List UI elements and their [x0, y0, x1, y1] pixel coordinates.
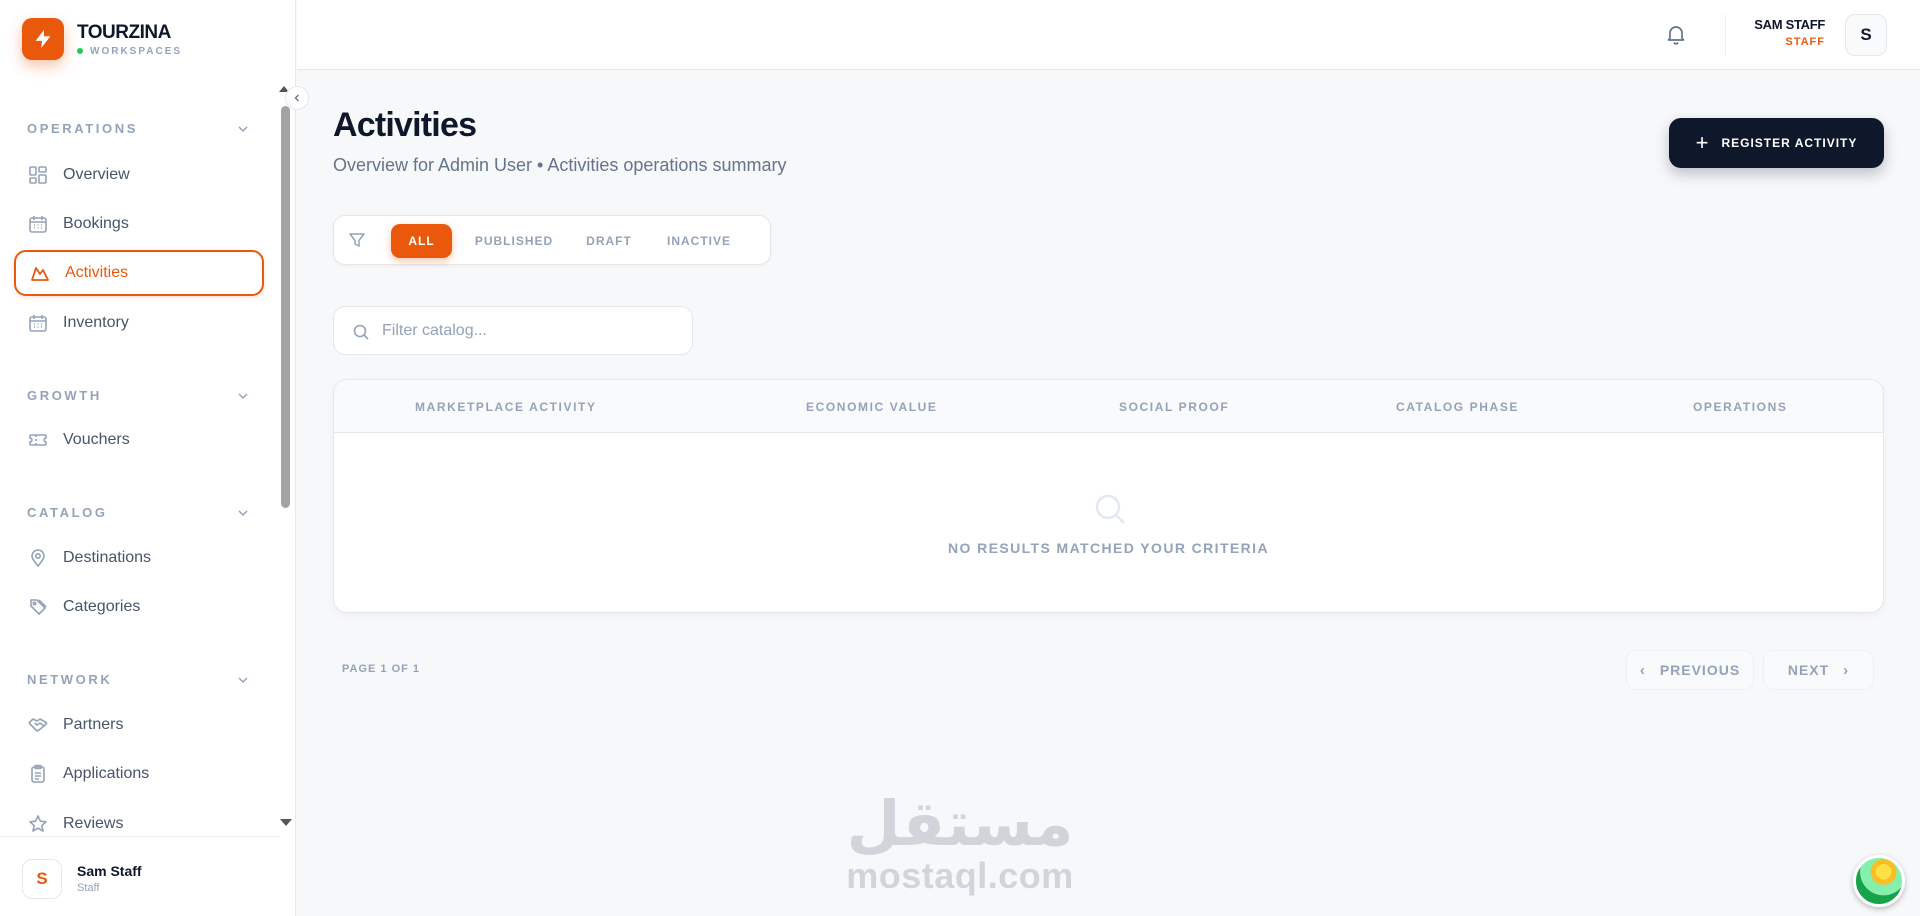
header-user-name[interactable]: SAM STAFF [1727, 17, 1825, 32]
floating-widget-icon[interactable] [1853, 855, 1905, 907]
filter-tab-all[interactable]: ALL [391, 224, 452, 258]
chevron-down-icon [238, 392, 248, 399]
header-user-role: STAFF [1785, 36, 1825, 48]
watermark: مستقل mostaql.com [843, 790, 1077, 894]
header-avatar[interactable]: S [1845, 14, 1887, 56]
table-header: MARKETPLACE ACTIVITY ECONOMIC VALUE SOCI… [334, 380, 1883, 433]
tags-icon [27, 596, 49, 618]
brand-sub: WORKSPACES [77, 46, 182, 57]
sidebar-item-categories[interactable]: Categories [14, 584, 264, 630]
page-subtitle: Overview for Admin User • Activities ope… [333, 155, 787, 175]
chevron-left-icon [294, 94, 299, 102]
sidebar-item-applications[interactable]: Applications [14, 751, 264, 797]
brand-sub-label: WORKSPACES [90, 45, 183, 57]
section-catalog[interactable]: CATALOG [27, 505, 249, 520]
section-growth[interactable]: GROWTH [27, 388, 249, 403]
catalog-search [333, 306, 693, 355]
section-label: OPERATIONS [27, 121, 138, 136]
sidebar-item-label: Overview [63, 166, 130, 183]
watermark-latin: mostaql.com [846, 855, 1074, 896]
scroll-down-arrow[interactable] [280, 819, 292, 826]
lightning-icon [22, 18, 64, 60]
activities-table: MARKETPLACE ACTIVITY ECONOMIC VALUE SOCI… [333, 379, 1884, 613]
sidebar-item-label: Vouchers [63, 431, 130, 448]
sidebar-item-label: Activities [65, 264, 129, 281]
handshake-icon [27, 714, 49, 736]
filter-tab-draft[interactable]: DRAFT [574, 224, 644, 258]
sidebar-user-card[interactable]: S Sam Staff Staff [0, 836, 280, 916]
chevron-down-icon [238, 509, 248, 516]
plus-icon: + [1695, 130, 1710, 155]
filter-tab-published[interactable]: PUBLISHED [464, 224, 564, 258]
column-header[interactable]: CATALOG PHASE [1396, 400, 1519, 414]
sidebar: TOURZINA WORKSPACES OPERATIONS Overview … [0, 0, 296, 916]
column-header[interactable]: MARKETPLACE ACTIVITY [415, 400, 597, 414]
map-pin-icon [27, 547, 49, 569]
chevron-left-icon: ‹ [1639, 661, 1646, 679]
column-header: OPERATIONS [1693, 400, 1788, 414]
chevron-right-icon: › [1843, 661, 1850, 679]
avatar: S [22, 859, 62, 899]
sidebar-item-bookings[interactable]: Bookings [14, 201, 264, 247]
sidebar-item-destinations[interactable]: Destinations [14, 535, 264, 581]
watermark-arabic: مستقل [846, 787, 1074, 860]
next-page-button[interactable]: NEXT › [1763, 650, 1874, 690]
section-label: CATALOG [27, 505, 108, 520]
user-role: Staff [77, 882, 100, 894]
dashboard-icon [27, 164, 49, 186]
header-divider [1725, 14, 1726, 56]
sidebar-item-partners[interactable]: Partners [14, 702, 264, 748]
page-indicator: PAGE 1 OF 1 [342, 663, 421, 675]
filter-tab-inactive[interactable]: INACTIVE [654, 224, 744, 258]
sidebar-item-label: Inventory [63, 314, 129, 331]
brand-name: TOURZINA [77, 21, 171, 43]
section-operations[interactable]: OPERATIONS [27, 121, 249, 136]
column-header[interactable]: SOCIAL PROOF [1119, 400, 1229, 414]
section-label: GROWTH [27, 388, 102, 403]
search-input[interactable] [382, 307, 682, 354]
sidebar-item-label: Destinations [63, 549, 152, 566]
chevron-down-icon [238, 676, 248, 683]
calendar-icon [27, 213, 49, 235]
status-dot [77, 48, 83, 54]
top-bar: SAM STAFF STAFF S [297, 0, 1920, 70]
ticket-icon [27, 429, 49, 451]
column-header[interactable]: ECONOMIC VALUE [806, 400, 938, 414]
star-icon [27, 813, 49, 835]
clipboard-icon [27, 763, 49, 785]
status-filter-bar: ALL PUBLISHED DRAFT INACTIVE [333, 215, 771, 265]
sidebar-scrollbar[interactable] [281, 106, 290, 508]
section-label: NETWORK [27, 672, 113, 687]
page-title: Activities [333, 106, 477, 144]
sidebar-item-label: Applications [63, 765, 150, 782]
section-network[interactable]: NETWORK [27, 672, 249, 687]
sidebar-item-inventory[interactable]: Inventory [14, 300, 264, 346]
next-label: NEXT [1787, 662, 1830, 678]
sidebar-item-vouchers[interactable]: Vouchers [14, 417, 264, 463]
sidebar-item-label: Reviews [63, 815, 124, 832]
user-name: Sam Staff [77, 863, 142, 879]
sidebar-item-label: Bookings [63, 215, 129, 232]
bell-icon[interactable] [1664, 22, 1688, 46]
sidebar-item-label: Categories [63, 598, 141, 615]
mountain-icon [29, 262, 51, 284]
empty-state-message: NO RESULTS MATCHED YOUR CRITERIA [948, 540, 1269, 556]
sidebar-item-overview[interactable]: Overview [14, 152, 264, 198]
calendar-icon [27, 312, 49, 334]
previous-label: PREVIOUS [1659, 662, 1741, 678]
register-activity-label: REGISTER ACTIVITY [1721, 136, 1858, 150]
brand[interactable]: TOURZINA WORKSPACES [22, 18, 182, 60]
sidebar-item-label: Partners [63, 716, 124, 733]
chevron-down-icon [238, 125, 248, 132]
collapse-sidebar-button[interactable] [285, 86, 309, 110]
sidebar-item-activities[interactable]: Activities [14, 250, 264, 296]
filter-icon [348, 231, 366, 249]
search-icon [1093, 492, 1127, 526]
search-icon [352, 323, 370, 341]
register-activity-button[interactable]: + REGISTER ACTIVITY [1669, 118, 1884, 168]
previous-page-button[interactable]: ‹ PREVIOUS [1626, 650, 1754, 690]
